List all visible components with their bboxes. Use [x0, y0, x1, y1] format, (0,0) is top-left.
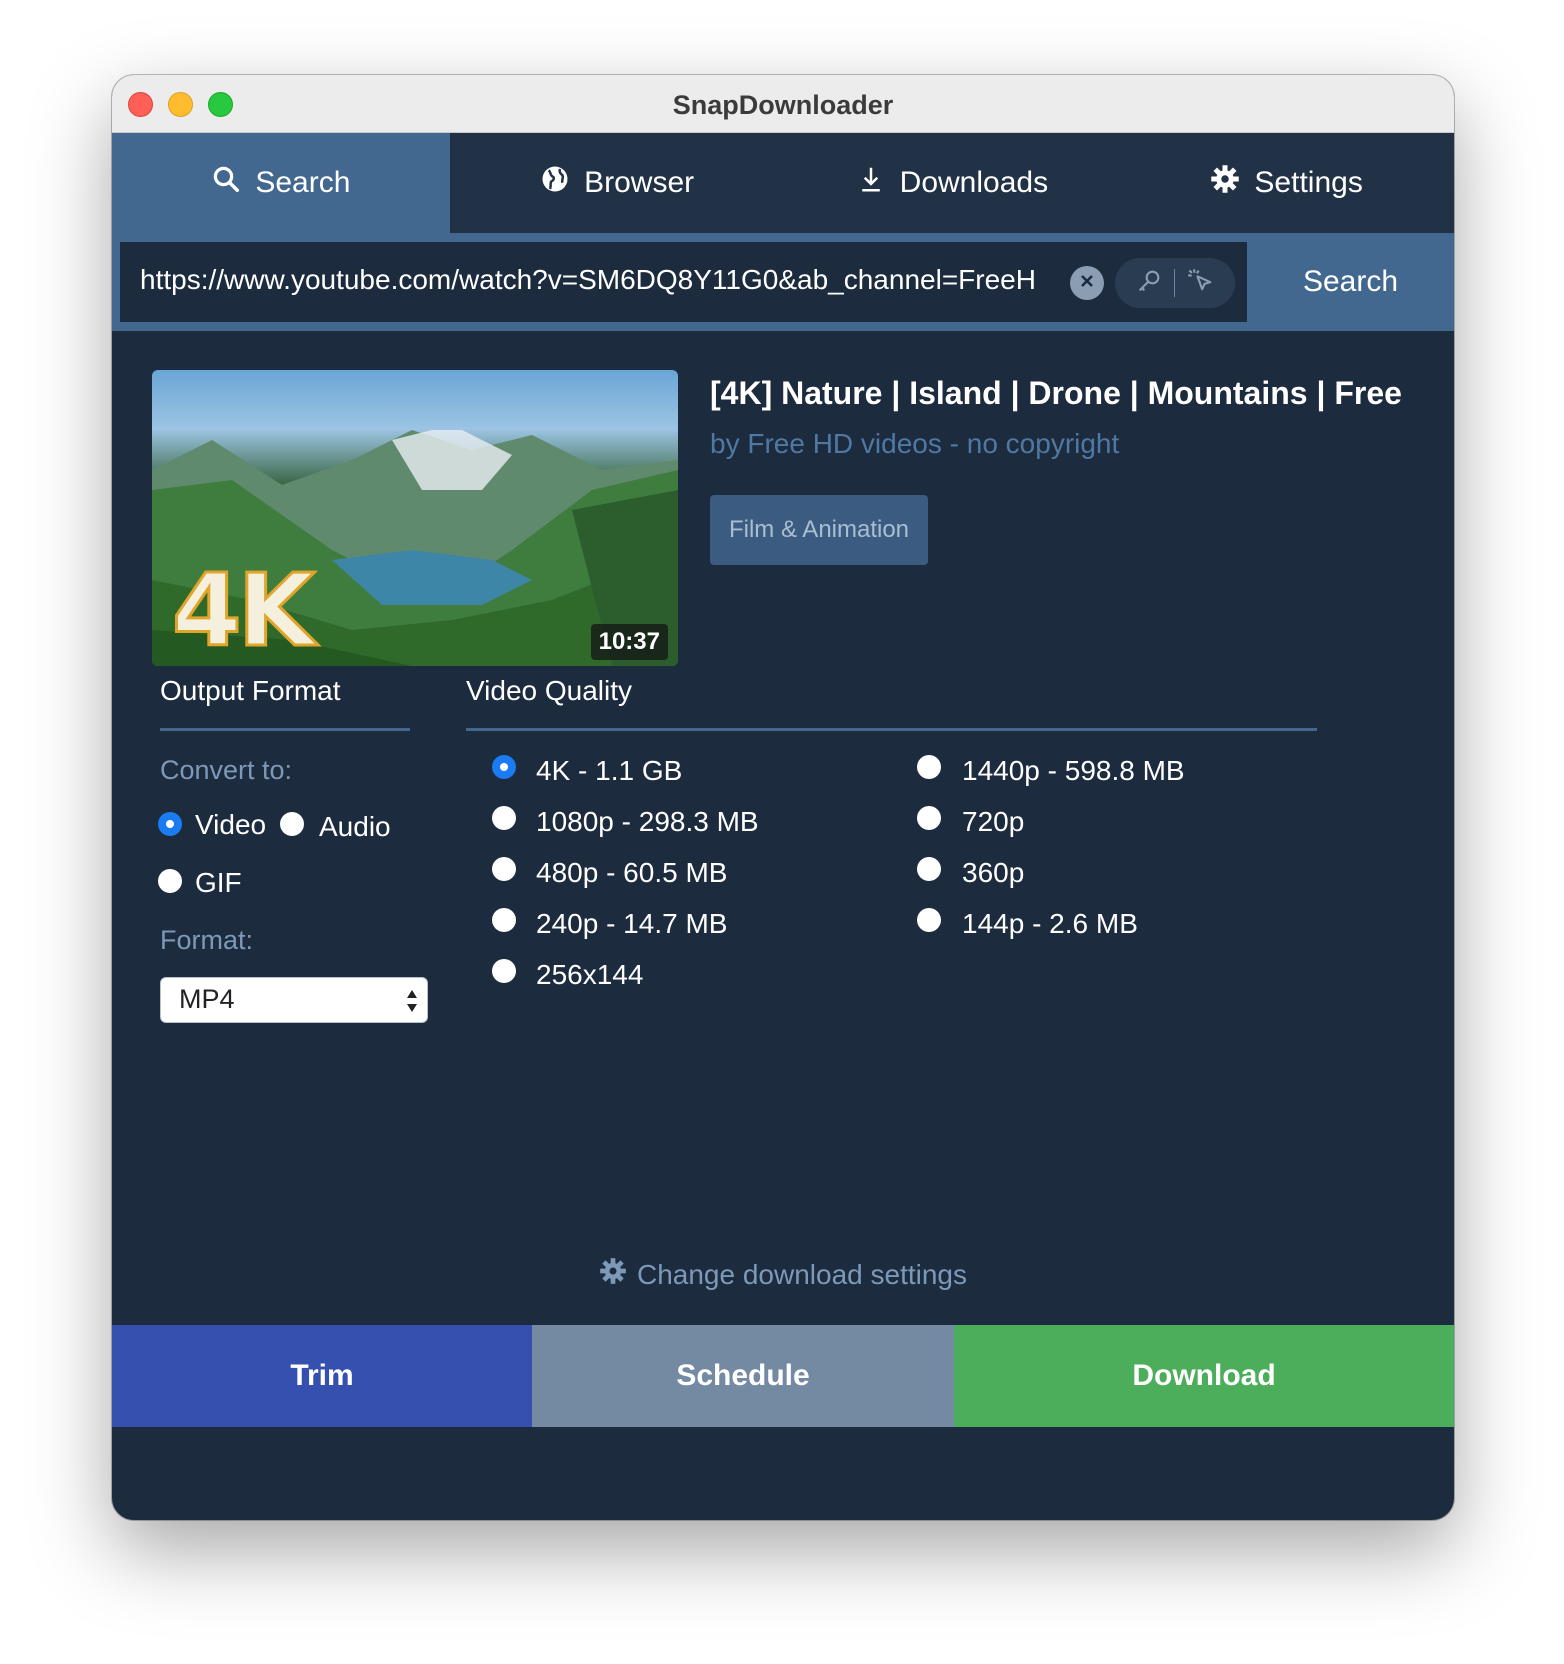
- convert-gif-label[interactable]: GIF: [195, 867, 242, 899]
- video-thumbnail: 4K 10:37: [152, 370, 678, 666]
- main-tabs: Search Browser Downloads Settings: [112, 133, 1454, 233]
- quality-144p-radio[interactable]: [917, 908, 941, 932]
- url-input[interactable]: https://www.youtube.com/watch?v=SM6DQ8Y1…: [120, 242, 1247, 322]
- quality-480p-label[interactable]: 480p - 60.5 MB: [536, 857, 727, 889]
- quality-480p-radio[interactable]: [492, 857, 516, 881]
- convert-video-label[interactable]: Video: [195, 809, 266, 841]
- close-icon: [1079, 273, 1095, 294]
- search-icon: [211, 164, 241, 202]
- app-window: SnapDownloader Search Browser Downloads …: [112, 75, 1454, 1520]
- quality-360p-label[interactable]: 360p: [962, 857, 1024, 889]
- quality-256x144-radio[interactable]: [492, 959, 516, 983]
- globe-icon: [540, 164, 570, 202]
- format-select[interactable]: MP4: [160, 977, 428, 1023]
- schedule-button[interactable]: Schedule: [532, 1325, 954, 1427]
- quality-256x144-label[interactable]: 256x144: [536, 959, 643, 991]
- url-tools: [1115, 258, 1235, 308]
- video-quality-divider: [466, 728, 1317, 731]
- tab-search-label: Search: [255, 166, 351, 199]
- tab-downloads[interactable]: Downloads: [785, 133, 1120, 233]
- title-bar[interactable]: SnapDownloader: [112, 75, 1454, 133]
- thumbnail-4k-overlay: 4K: [170, 551, 316, 667]
- quality-240p-label[interactable]: 240p - 14.7 MB: [536, 908, 727, 940]
- clear-url-button[interactable]: [1070, 266, 1104, 300]
- convert-audio-radio[interactable]: [280, 812, 304, 836]
- quality-720p-radio[interactable]: [917, 806, 941, 830]
- select-arrows-icon: [407, 990, 417, 1012]
- video-quality-heading: Video Quality: [466, 675, 633, 706]
- output-format-divider: [160, 728, 410, 731]
- search-button[interactable]: Search: [1247, 242, 1454, 322]
- tab-browser[interactable]: Browser: [450, 133, 785, 233]
- tab-settings-label: Settings: [1254, 166, 1363, 199]
- download-icon: [856, 164, 886, 202]
- change-download-settings-link[interactable]: Change download settings: [112, 1257, 1454, 1292]
- quality-4k-radio[interactable]: [492, 755, 516, 779]
- convert-to-label: Convert to:: [160, 755, 293, 785]
- key-icon[interactable]: [1135, 267, 1163, 300]
- trim-button[interactable]: Trim: [112, 1325, 532, 1427]
- video-title: [4K] Nature | Island | Drone | Mountains…: [710, 375, 1410, 411]
- cursor-click-icon[interactable]: [1187, 267, 1215, 300]
- tab-browser-label: Browser: [584, 166, 695, 199]
- url-input-value[interactable]: https://www.youtube.com/watch?v=SM6DQ8Y1…: [140, 264, 1040, 296]
- quality-1440p-radio[interactable]: [917, 755, 941, 779]
- gear-icon: [599, 1257, 627, 1292]
- format-label: Format:: [160, 925, 254, 955]
- convert-video-radio[interactable]: [158, 812, 182, 836]
- quality-360p-radio[interactable]: [917, 857, 941, 881]
- action-bar: Trim Schedule Download: [112, 1325, 1454, 1427]
- tab-settings[interactable]: Settings: [1119, 133, 1454, 233]
- gear-icon: [1210, 164, 1240, 202]
- tab-downloads-label: Downloads: [899, 166, 1049, 199]
- convert-audio-label[interactable]: Audio: [319, 811, 391, 843]
- quality-1440p-label[interactable]: 1440p - 598.8 MB: [962, 755, 1185, 787]
- output-format-heading: Output Format: [160, 675, 341, 706]
- window-title: SnapDownloader: [672, 90, 894, 120]
- tab-search[interactable]: Search: [112, 133, 450, 233]
- video-duration: 10:37: [590, 624, 668, 660]
- search-bar: https://www.youtube.com/watch?v=SM6DQ8Y1…: [112, 233, 1454, 331]
- quality-144p-label[interactable]: 144p - 2.6 MB: [962, 908, 1138, 940]
- quality-1080p-label[interactable]: 1080p - 298.3 MB: [536, 806, 759, 838]
- quality-240p-radio[interactable]: [492, 908, 516, 932]
- quality-720p-label[interactable]: 720p: [962, 806, 1024, 838]
- convert-gif-radio[interactable]: [158, 869, 182, 893]
- change-download-settings-label: Change download settings: [636, 1258, 967, 1290]
- video-channel: by Free HD videos - no copyright: [710, 428, 1120, 459]
- tool-separator: [1174, 269, 1176, 297]
- quality-1080p-radio[interactable]: [492, 806, 516, 830]
- format-select-value: MP4: [179, 984, 235, 1014]
- quality-4k-label[interactable]: 4K - 1.1 GB: [536, 755, 682, 787]
- download-button[interactable]: Download: [954, 1325, 1454, 1427]
- video-category-badge: Film & Animation: [710, 495, 928, 565]
